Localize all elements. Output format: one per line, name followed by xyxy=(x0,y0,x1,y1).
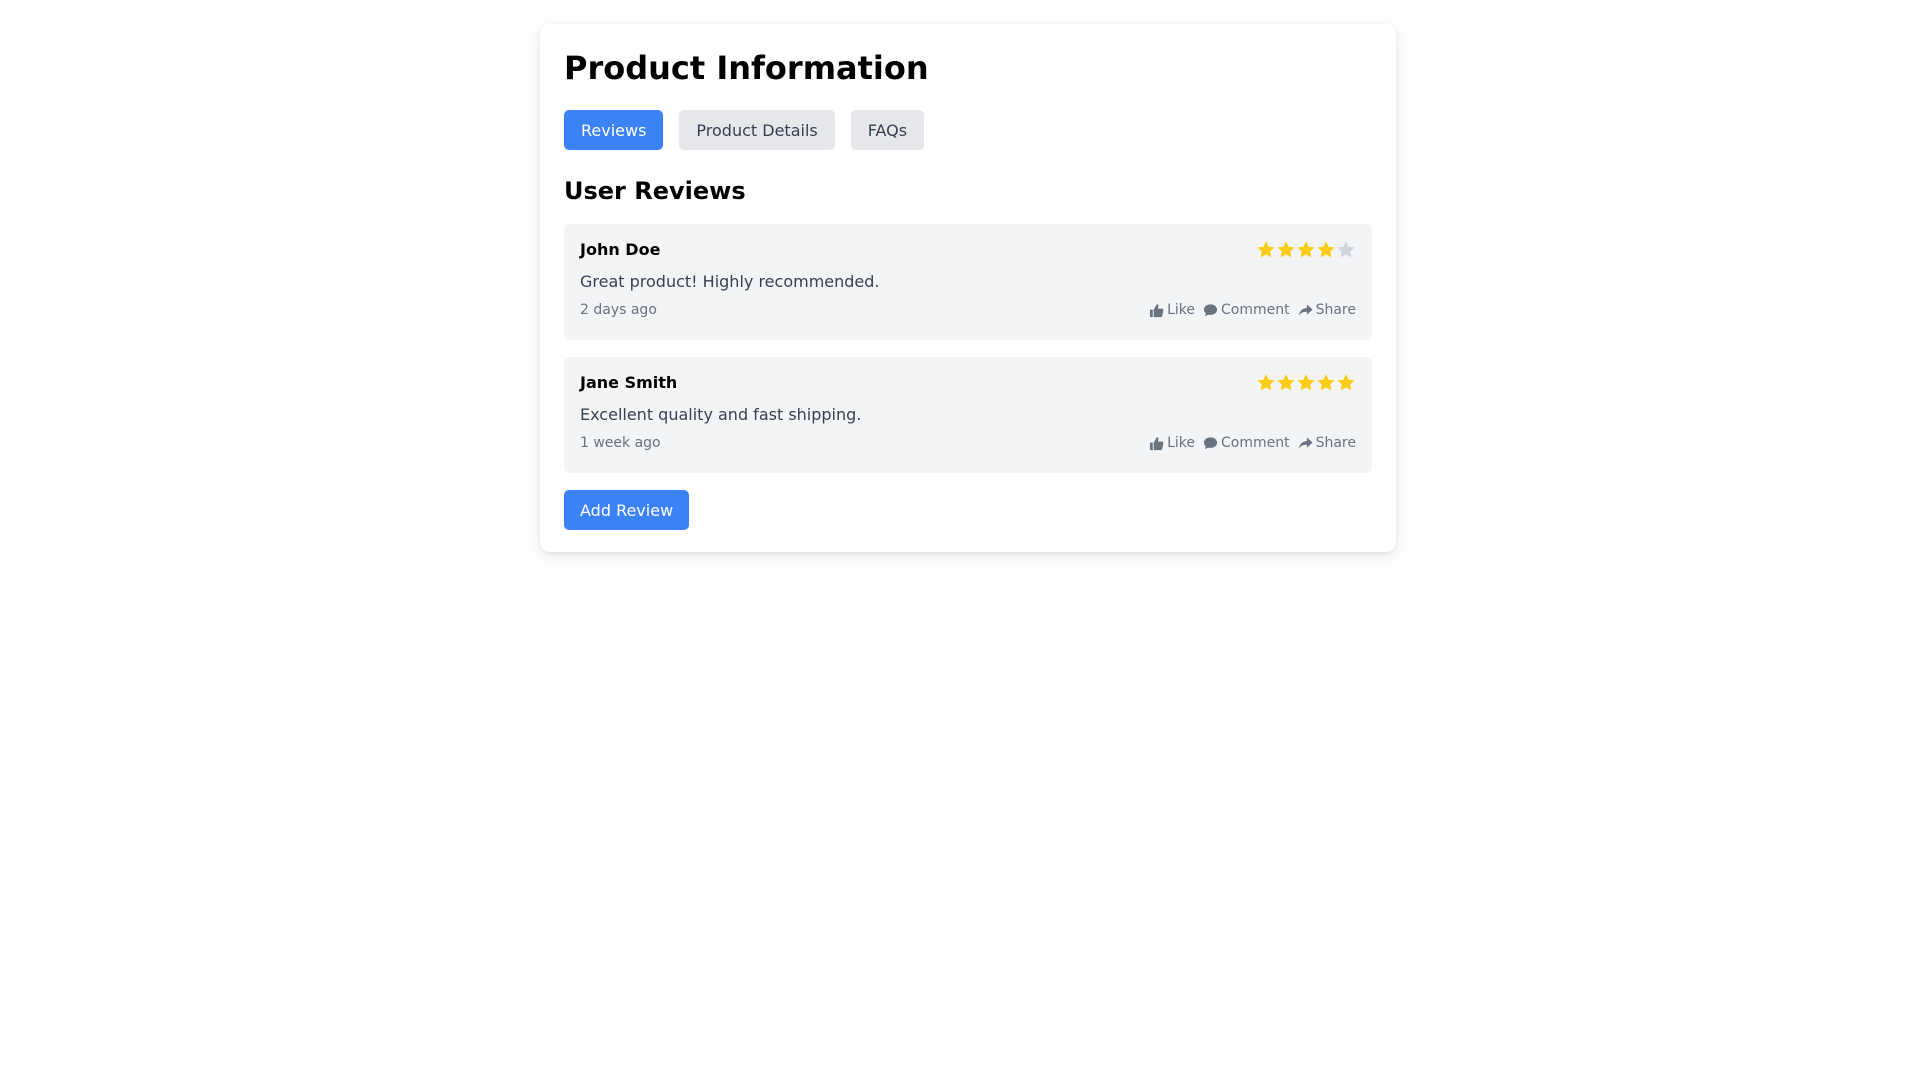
comment-label: Comment xyxy=(1221,302,1290,318)
tab-faqs[interactable]: FAQs xyxy=(850,110,925,150)
review-author: John Doe xyxy=(580,240,661,259)
section-title: User Reviews xyxy=(564,177,746,205)
share-label: Share xyxy=(1315,435,1356,451)
star-filled-icon xyxy=(1297,374,1315,391)
star-filled-icon xyxy=(1317,241,1335,258)
share-button[interactable]: Share xyxy=(1298,433,1356,453)
star-filled-icon xyxy=(1317,374,1335,391)
share-button[interactable]: Share xyxy=(1298,300,1356,320)
add-review-button[interactable]: Add Review xyxy=(564,490,690,530)
review-timestamp: 1 week ago xyxy=(580,435,661,451)
comment-button[interactable]: Comment xyxy=(1203,300,1290,320)
like-label: Like xyxy=(1167,435,1195,451)
like-button[interactable]: Like xyxy=(1149,433,1195,453)
review-author: Jane Smith xyxy=(580,373,678,392)
page-title: Product Information xyxy=(564,49,929,87)
star-rating xyxy=(1256,373,1356,393)
comment-icon xyxy=(1203,303,1218,316)
star-filled-icon xyxy=(1337,374,1355,391)
tab-product-details[interactable]: Product Details xyxy=(679,110,835,150)
share-icon xyxy=(1298,436,1313,449)
share-label: Share xyxy=(1315,302,1356,318)
product-info-card: Product Information Reviews Product Deta… xyxy=(540,24,1396,552)
star-filled-icon xyxy=(1277,241,1295,258)
star-empty-icon xyxy=(1337,241,1355,258)
tab-reviews[interactable]: Reviews xyxy=(564,110,664,150)
thumbs-up-icon xyxy=(1150,303,1164,317)
comment-icon xyxy=(1203,436,1218,449)
review-list: John Doe Great product! Highly recommend… xyxy=(564,224,1372,473)
review-text: Excellent quality and fast shipping. xyxy=(580,405,862,424)
star-rating xyxy=(1256,240,1356,260)
like-button[interactable]: Like xyxy=(1149,300,1195,320)
star-filled-icon xyxy=(1257,241,1275,258)
review-actions: Like Comment Share xyxy=(1149,300,1356,320)
thumbs-up-icon xyxy=(1150,436,1164,450)
review-timestamp: 2 days ago xyxy=(580,302,657,318)
tab-bar: Reviews Product Details FAQs xyxy=(564,110,1372,150)
comment-label: Comment xyxy=(1221,435,1290,451)
review-card: John Doe Great product! Highly recommend… xyxy=(564,224,1372,340)
comment-button[interactable]: Comment xyxy=(1203,433,1290,453)
like-label: Like xyxy=(1167,302,1195,318)
star-filled-icon xyxy=(1257,374,1275,391)
review-card: Jane Smith Excellent quality and fast sh… xyxy=(564,357,1372,473)
star-filled-icon xyxy=(1277,374,1295,391)
share-icon xyxy=(1298,303,1313,316)
review-text: Great product! Highly recommended. xyxy=(580,272,880,291)
review-actions: Like Comment Share xyxy=(1149,433,1356,453)
star-filled-icon xyxy=(1297,241,1315,258)
